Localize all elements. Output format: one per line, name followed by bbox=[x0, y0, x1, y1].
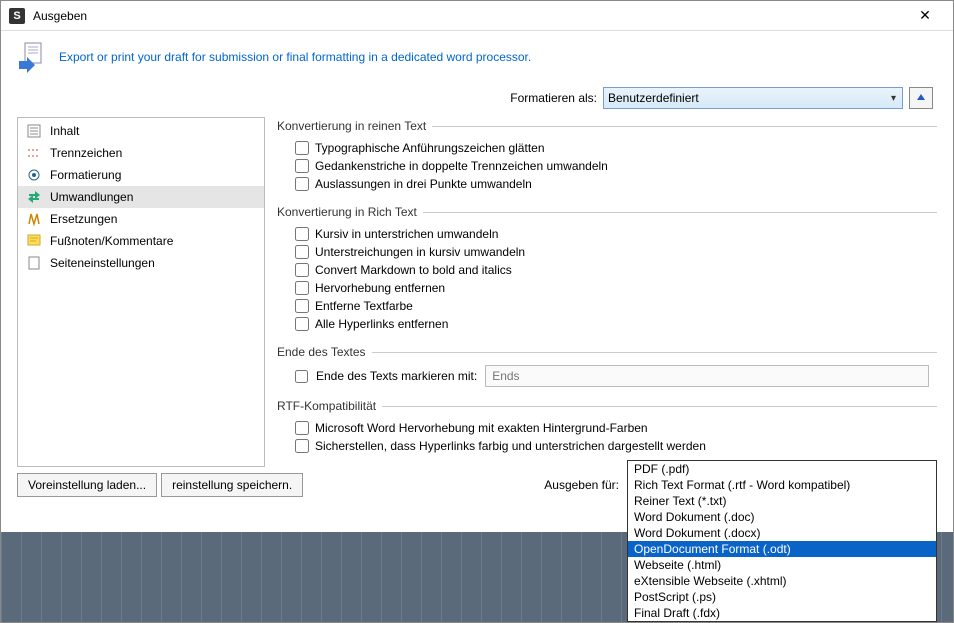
dropdown-opt-9[interactable]: Final Draft (.fdx) bbox=[628, 605, 936, 621]
notes-icon bbox=[26, 233, 42, 249]
export-icon bbox=[17, 41, 49, 73]
format-label: Formatieren als: bbox=[510, 91, 597, 105]
sidebar-label: Seiteneinstellungen bbox=[50, 256, 155, 270]
sidebar-label: Formatierung bbox=[50, 168, 121, 182]
header: Export or print your draft for submissio… bbox=[1, 31, 953, 83]
end-checkbox[interactable] bbox=[295, 370, 308, 383]
dropdown-opt-4[interactable]: Word Dokument (.docx) bbox=[628, 525, 936, 541]
content-panel: Konvertierung in reinen Text Typographis… bbox=[277, 117, 937, 467]
export-dialog: S Ausgeben ✕ Export or print your draft … bbox=[0, 0, 954, 623]
window-title: Ausgeben bbox=[33, 9, 905, 23]
header-description: Export or print your draft for submissio… bbox=[59, 50, 531, 64]
close-button[interactable]: ✕ bbox=[905, 2, 945, 30]
sidebar-item-0[interactable]: Inhalt bbox=[18, 120, 264, 142]
dropdown-opt-2[interactable]: Reiner Text (*.txt) bbox=[628, 493, 936, 509]
format-icon bbox=[26, 167, 42, 183]
format-value: Benutzerdefiniert bbox=[608, 91, 699, 105]
output-label: Ausgeben für: bbox=[544, 478, 619, 492]
app-icon: S bbox=[9, 8, 25, 24]
group-richtext: Konvertierung in Rich Text Kursiv in unt… bbox=[277, 205, 937, 335]
sidebar-item-3[interactable]: Umwandlungen bbox=[18, 186, 264, 208]
separator-icon bbox=[26, 145, 42, 161]
end-label: Ende des Texts markieren mit: bbox=[316, 369, 477, 383]
format-select[interactable]: Benutzerdefiniert bbox=[603, 87, 903, 109]
rich-lbl-1: Unterstreichungen in kursiv umwandeln bbox=[315, 245, 525, 259]
plain-lbl-1: Gedankenstriche in doppelte Trennzeichen… bbox=[315, 159, 608, 173]
rich-lbl-3: Hervorhebung entfernen bbox=[315, 281, 445, 295]
dropdown-opt-1[interactable]: Rich Text Format (.rtf - Word kompatibel… bbox=[628, 477, 936, 493]
content-icon bbox=[26, 123, 42, 139]
sidebar-item-2[interactable]: Formatierung bbox=[18, 164, 264, 186]
group-endtext: Ende des Textes Ende des Texts markieren… bbox=[277, 345, 937, 389]
sidebar-label: Ersetzungen bbox=[50, 212, 117, 226]
rich-lbl-5: Alle Hyperlinks entfernen bbox=[315, 317, 448, 331]
rich-chk-1[interactable] bbox=[295, 245, 309, 259]
rich-chk-0[interactable] bbox=[295, 227, 309, 241]
sidebar-item-4[interactable]: Ersetzungen bbox=[18, 208, 264, 230]
transform-icon bbox=[26, 189, 42, 205]
group-rtfcompat: RTF-Kompatibilität Microsoft Word Hervor… bbox=[277, 399, 937, 457]
dropdown-opt-5[interactable]: OpenDocument Format (.odt) bbox=[628, 541, 936, 557]
plain-chk-2[interactable] bbox=[295, 177, 309, 191]
rich-chk-4[interactable] bbox=[295, 299, 309, 313]
rtf-lbl-1: Sicherstellen, dass Hyperlinks farbig un… bbox=[315, 439, 706, 453]
format-up-button[interactable] bbox=[909, 87, 933, 109]
group-plaintext: Konvertierung in reinen Text Typographis… bbox=[277, 119, 937, 195]
plain-chk-0[interactable] bbox=[295, 141, 309, 155]
rich-lbl-2: Convert Markdown to bold and italics bbox=[315, 263, 512, 277]
dropdown-opt-7[interactable]: eXtensible Webseite (.xhtml) bbox=[628, 573, 936, 589]
legend-plaintext: Konvertierung in reinen Text bbox=[277, 119, 432, 133]
dropdown-opt-8[interactable]: PostScript (.ps) bbox=[628, 589, 936, 605]
rich-lbl-0: Kursiv in unterstrichen umwandeln bbox=[315, 227, 498, 241]
sidebar-item-5[interactable]: Fußnoten/Kommentare bbox=[18, 230, 264, 252]
rtf-chk-0[interactable] bbox=[295, 421, 309, 435]
legend-rtfcompat: RTF-Kompatibilität bbox=[277, 399, 382, 413]
rich-chk-5[interactable] bbox=[295, 317, 309, 331]
titlebar: S Ausgeben ✕ bbox=[1, 1, 953, 31]
body: Inhalt Trennzeichen Formatierung Umwandlung… bbox=[1, 117, 953, 467]
plain-chk-1[interactable] bbox=[295, 159, 309, 173]
sidebar-label: Umwandlungen bbox=[50, 190, 133, 204]
plain-lbl-2: Auslassungen in drei Punkte umwandeln bbox=[315, 177, 532, 191]
rich-chk-2[interactable] bbox=[295, 263, 309, 277]
sidebar: Inhalt Trennzeichen Formatierung Umwandlung… bbox=[17, 117, 265, 467]
rtf-chk-1[interactable] bbox=[295, 439, 309, 453]
load-preset-button[interactable]: Voreinstellung laden... bbox=[17, 473, 157, 497]
dropdown-opt-0[interactable]: PDF (.pdf) bbox=[628, 461, 936, 477]
sidebar-item-6[interactable]: Seiteneinstellungen bbox=[18, 252, 264, 274]
rtf-lbl-0: Microsoft Word Hervorhebung mit exakten … bbox=[315, 421, 648, 435]
legend-endtext: Ende des Textes bbox=[277, 345, 372, 359]
sidebar-label: Fußnoten/Kommentare bbox=[50, 234, 173, 248]
end-input[interactable] bbox=[485, 365, 929, 387]
save-preset-button[interactable]: reinstellung speichern. bbox=[161, 473, 303, 497]
rich-chk-3[interactable] bbox=[295, 281, 309, 295]
output-dropdown[interactable]: PDF (.pdf)Rich Text Format (.rtf - Word … bbox=[627, 460, 937, 622]
sidebar-item-1[interactable]: Trennzeichen bbox=[18, 142, 264, 164]
sidebar-label: Inhalt bbox=[50, 124, 79, 138]
dropdown-opt-6[interactable]: Webseite (.html) bbox=[628, 557, 936, 573]
rich-lbl-4: Entferne Textfarbe bbox=[315, 299, 413, 313]
legend-richtext: Konvertierung in Rich Text bbox=[277, 205, 423, 219]
sidebar-label: Trennzeichen bbox=[50, 146, 122, 160]
replace-icon bbox=[26, 211, 42, 227]
dropdown-opt-3[interactable]: Word Dokument (.doc) bbox=[628, 509, 936, 525]
format-row: Formatieren als: Benutzerdefiniert bbox=[1, 83, 953, 117]
plain-lbl-0: Typographische Anführungszeichen glätten bbox=[315, 141, 545, 155]
page-icon bbox=[26, 255, 42, 271]
